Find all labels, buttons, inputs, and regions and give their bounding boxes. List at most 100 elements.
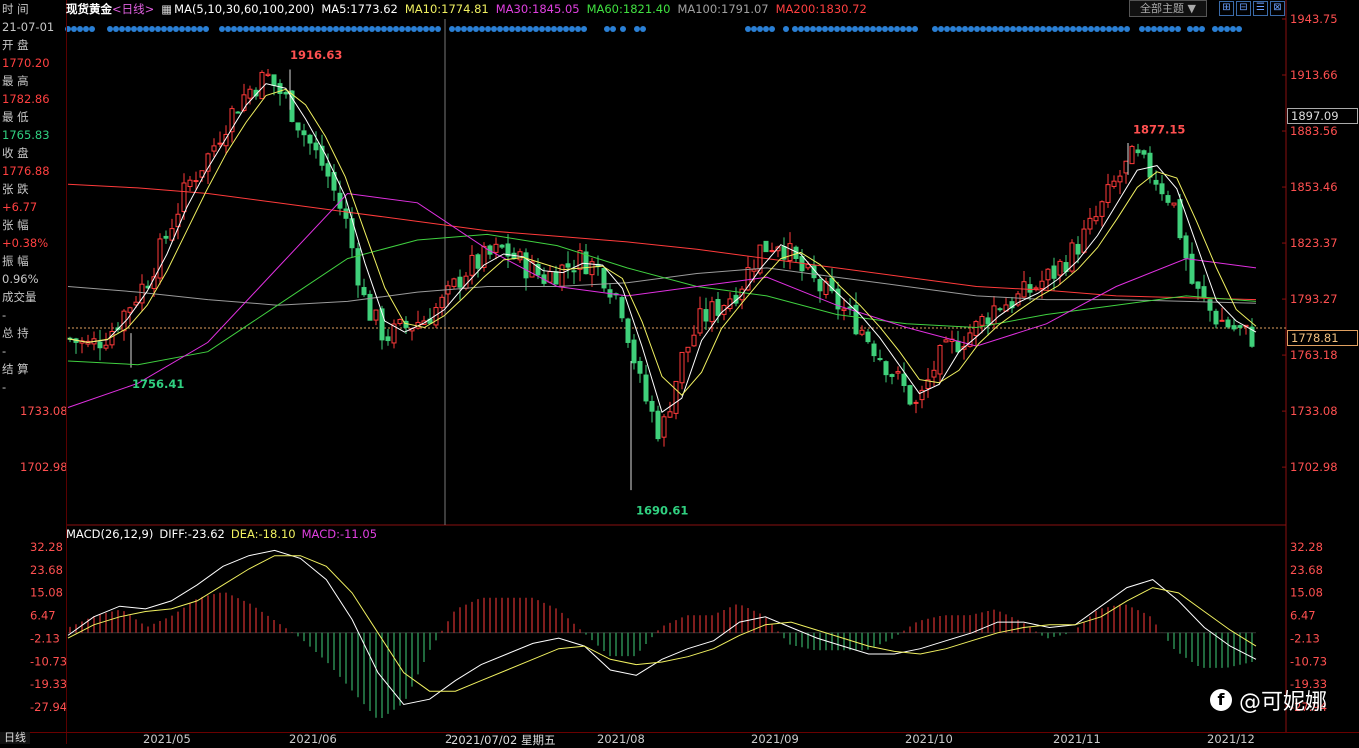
candle-body	[841, 308, 847, 311]
theme-select[interactable]: 全部主题 ▼	[1129, 0, 1207, 17]
candle-body	[259, 71, 265, 100]
candle-body	[979, 316, 985, 326]
candle-body	[859, 329, 865, 335]
candle-body	[649, 400, 655, 412]
event-dot	[810, 26, 816, 32]
candle-body	[265, 73, 271, 77]
event-dot	[816, 26, 822, 32]
event-dot	[1157, 26, 1163, 32]
info-row: 时 间	[2, 2, 29, 16]
candle-body	[1033, 287, 1039, 290]
macd-params[interactable]: MACD(26,12,9)	[66, 527, 153, 541]
candle-body	[103, 344, 109, 349]
price-tick-label: 1943.75	[1290, 12, 1338, 26]
candle-body	[271, 74, 277, 86]
price-chart[interactable]: 1943.75 1913.66 1883.56 1853.46 1823.37 1793.…	[0, 0, 1359, 744]
period-label[interactable]: <日线>	[112, 2, 154, 16]
candle-body	[1105, 184, 1111, 203]
candle-body	[1099, 201, 1105, 217]
time-axis: 2021/07/02 星期五	[0, 732, 1359, 747]
candle-body	[1159, 183, 1165, 195]
candle-body	[553, 271, 559, 285]
info-row: -	[2, 308, 7, 322]
candle-body	[1153, 179, 1159, 185]
top-price-box: 1897.09	[1287, 108, 1358, 124]
candle-body	[217, 142, 223, 145]
event-dot	[1064, 26, 1070, 32]
event-dot	[545, 26, 551, 32]
event-dot	[1070, 26, 1076, 32]
event-dot	[279, 26, 285, 32]
event-dot	[143, 26, 149, 32]
event-dot	[191, 26, 197, 32]
ohlc-info-panel: 时 间 21-07-01 开 盘 1770.20 最 高 1782.86 最 低 1765.8…	[0, 0, 67, 744]
event-dot	[968, 26, 974, 32]
price-tick-label: 1793.27	[1290, 292, 1338, 306]
expand-icon[interactable]: ⊠	[1270, 1, 1285, 16]
info-row: 总 持	[2, 326, 29, 340]
event-dot	[461, 26, 467, 32]
candle-body	[1051, 265, 1057, 279]
macd-diff: DIFF:-23.62	[159, 527, 225, 541]
candle-body	[1081, 228, 1087, 253]
event-dot	[882, 26, 888, 32]
event-dot	[1052, 26, 1058, 32]
event-dot	[944, 26, 950, 32]
grid-icon[interactable]: ▦	[161, 2, 172, 16]
candle-body	[643, 374, 649, 402]
candle-body	[571, 270, 577, 273]
event-dot	[309, 26, 315, 32]
current-price-box: 1778.81	[1287, 330, 1358, 346]
candle-body	[751, 268, 757, 272]
candle-body	[457, 276, 463, 288]
event-dot	[1100, 26, 1106, 32]
event-dot	[1004, 26, 1010, 32]
event-dot	[137, 26, 143, 32]
info-row: +6.77	[2, 200, 38, 214]
candle-body	[283, 91, 289, 95]
candle-body	[181, 182, 187, 213]
macd-tick-label: 6.47	[1290, 609, 1316, 623]
event-dot	[998, 26, 1004, 32]
candle-body	[397, 319, 403, 325]
event-dot	[119, 26, 125, 32]
event-dot	[986, 26, 992, 32]
candle-body	[1111, 180, 1117, 187]
event-dot	[521, 26, 527, 32]
event-dot	[113, 26, 119, 32]
candle-body	[1117, 175, 1123, 183]
candle-body	[1237, 325, 1243, 328]
crosshair-date: 2021/07/02 星期五	[451, 733, 556, 747]
info-row: 1770.20	[2, 56, 50, 70]
event-dot	[327, 26, 333, 32]
candle-body	[847, 306, 853, 309]
candle-body	[1123, 160, 1129, 174]
ma-params[interactable]: MA(5,10,30,60,100,200)	[174, 2, 314, 16]
info-row: 收 盘	[2, 146, 29, 160]
candle-body	[361, 287, 367, 296]
candle-body	[523, 252, 529, 279]
window-layout-icon[interactable]: ⊟	[1236, 1, 1251, 16]
event-dot	[533, 26, 539, 32]
ma-values: MA5:1773.62 MA10:1774.81 MA30:1845.05 MA60:…	[321, 2, 873, 16]
event-dot	[467, 26, 473, 32]
chart-header: 现货黄金<日线> ▦ MA(5,10,30,60,100,200) MA5:1773.…	[66, 0, 1126, 18]
event-dot	[339, 26, 345, 32]
candle-body	[1183, 235, 1189, 259]
candle-body	[703, 309, 709, 322]
event-dot	[1187, 26, 1193, 32]
event-dot	[149, 26, 155, 32]
event-dot	[1212, 26, 1218, 32]
candle-body	[715, 299, 721, 316]
candle-body	[451, 278, 457, 287]
grid-layout-icon[interactable]: ⊞	[1219, 1, 1234, 16]
candle-body	[787, 243, 793, 262]
event-dot	[423, 26, 429, 32]
list-layout-icon[interactable]: ☰	[1253, 1, 1268, 16]
event-dot	[243, 26, 249, 32]
candle-body	[625, 318, 631, 343]
period-tag[interactable]: 日线	[0, 732, 30, 744]
event-dot	[751, 26, 757, 32]
candle-body	[1147, 152, 1153, 178]
event-dot	[333, 26, 339, 32]
